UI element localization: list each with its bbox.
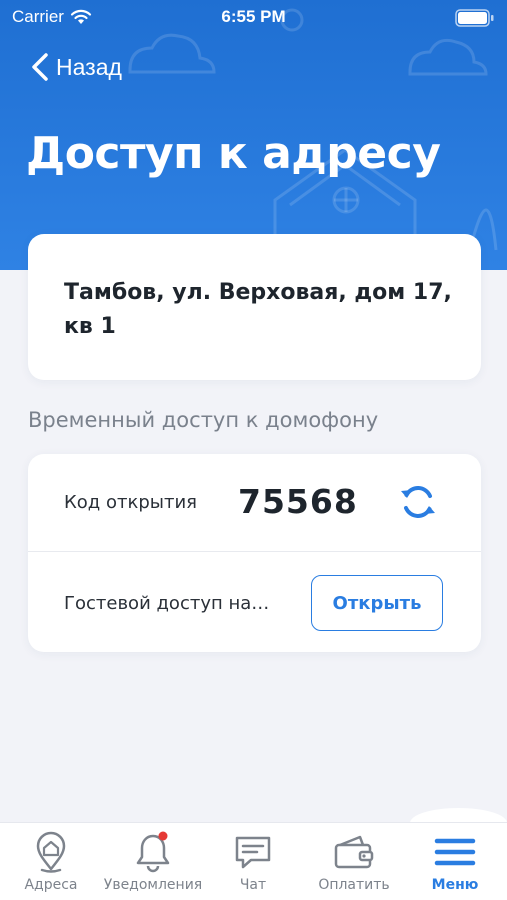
tab-notifications-label: Уведомления (103, 877, 203, 893)
code-value: 75568 (238, 482, 358, 521)
guest-access-label: Гостевой доступ на… (64, 593, 270, 614)
location-pin-icon (36, 831, 66, 873)
intercom-section-title: Временный доступ к домофону (28, 408, 379, 432)
status-bar: Carrier 6:55 PM (0, 0, 507, 36)
back-label: Назад (56, 53, 122, 80)
tab-pay-label: Оплатить (318, 877, 390, 893)
tab-bar: Адреса Уведомления Чат Оплатить Меню (0, 822, 507, 900)
code-label: Код открытия (64, 492, 197, 513)
page-title: Доступ к адресу (26, 128, 441, 179)
status-time: 6:55 PM (221, 7, 286, 26)
notification-badge (158, 831, 168, 841)
battery-icon (455, 9, 494, 27)
guest-access-row: Гостевой доступ на… Открыть (28, 553, 481, 652)
chevron-left-icon (32, 53, 48, 81)
tab-notifications[interactable]: Уведомления (103, 831, 203, 900)
intercom-access-card: Код открытия 75568 Гостевой доступ на… О… (28, 454, 481, 652)
tab-chat[interactable]: Чат (203, 831, 303, 900)
tab-pay[interactable]: Оплатить (304, 831, 404, 900)
access-code-row: Код открытия 75568 (28, 454, 481, 552)
address-text: Тамбов, ул. Верховая, дом 17, кв 1 (64, 280, 452, 339)
chat-icon (235, 836, 271, 869)
tab-menu-label: Меню (431, 877, 479, 893)
address-card: Тамбов, ул. Верховая, дом 17, кв 1 (28, 234, 481, 380)
bell-icon (136, 831, 170, 873)
refresh-icon[interactable] (398, 482, 438, 522)
open-button[interactable]: Открыть (311, 575, 443, 631)
wallet-icon (334, 835, 374, 869)
tab-addresses-label: Адреса (24, 877, 78, 893)
back-button[interactable]: Назад (30, 52, 122, 82)
tab-addresses[interactable]: Адреса (1, 831, 101, 900)
tab-menu[interactable]: Меню (405, 831, 505, 900)
menu-icon (434, 838, 476, 866)
tab-chat-label: Чат (239, 877, 267, 893)
